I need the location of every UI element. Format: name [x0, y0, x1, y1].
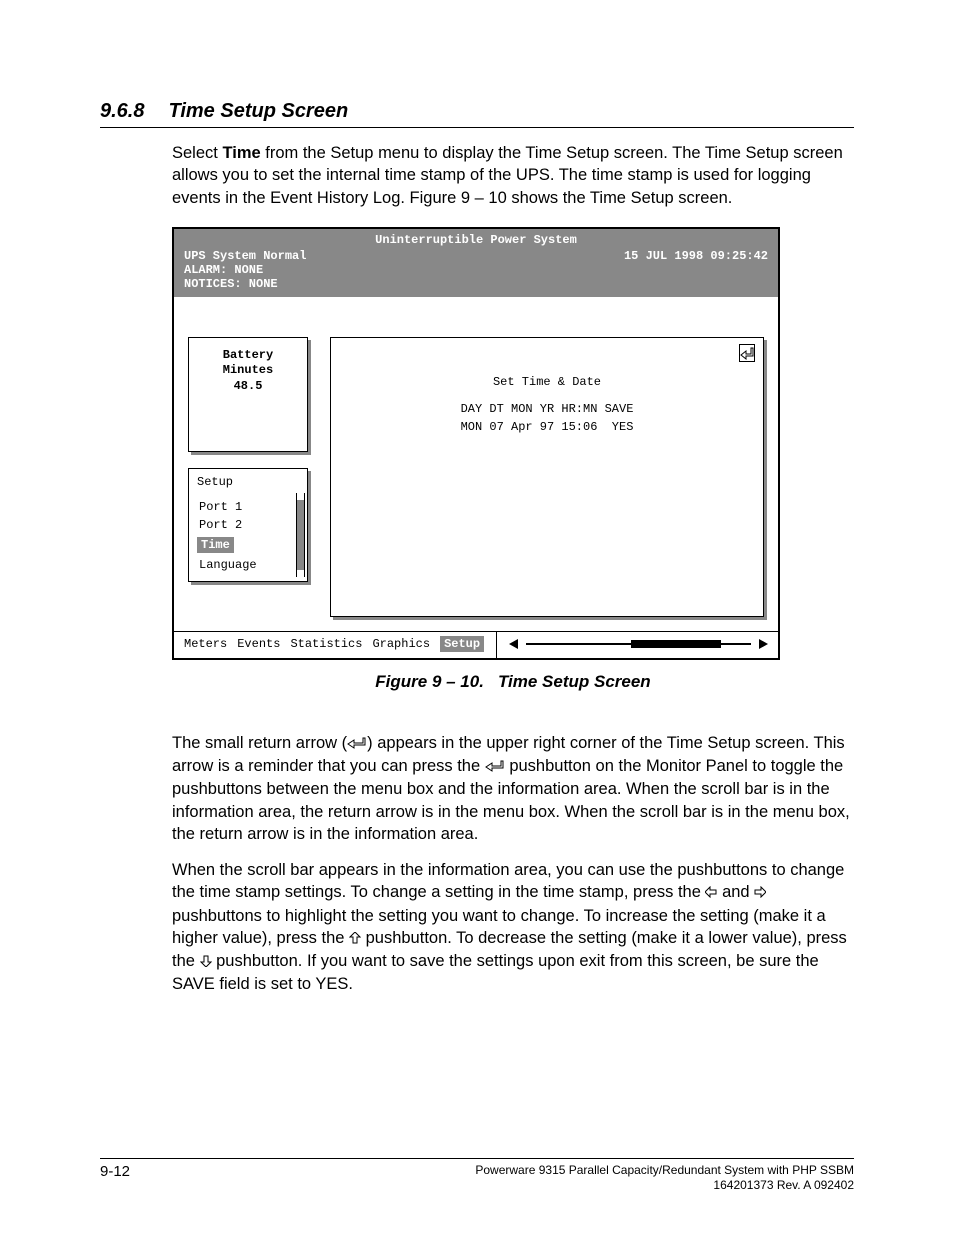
up-arrow-icon: [349, 928, 361, 950]
heading-rule: [100, 127, 854, 128]
setup-menu-item-time[interactable]: Time: [197, 537, 234, 553]
ups-screen: Uninterruptible Power System UPS System …: [172, 227, 780, 660]
setup-menu-title: Setup: [197, 475, 301, 489]
paragraph-time-settings: When the scroll bar appears in the infor…: [172, 859, 854, 996]
page-number: 9-12: [100, 1163, 130, 1180]
menu-graphics[interactable]: Graphics: [372, 637, 430, 651]
section-number: 9.6.8: [100, 100, 144, 122]
setup-menu-item-port1[interactable]: Port 1: [197, 499, 301, 515]
page-footer: 9-12 Powerware 9315 Parallel Capacity/Re…: [100, 1158, 854, 1193]
info-table: DAY DT MON YR HR:MN SAVE MON 07 Apr 97 1…: [461, 401, 634, 436]
ups-header: Uninterruptible Power System UPS System …: [174, 229, 778, 297]
figure-caption: Figure 9 – 10.Time Setup Screen: [172, 672, 854, 692]
return-arrow-inline-icon: [347, 733, 367, 755]
battery-panel: Battery Minutes 48.5: [188, 337, 308, 452]
ups-datetime: 15 JUL 1998 09:25:42: [624, 249, 768, 263]
paragraph-return-arrow: The small return arrow () appears in the…: [172, 732, 854, 845]
setup-menu-scrollbar[interactable]: [296, 493, 305, 577]
ups-notices: NOTICES: NONE: [184, 277, 768, 291]
ups-alarm: ALARM: NONE: [184, 263, 768, 277]
scroll-left-icon[interactable]: [509, 639, 518, 649]
ups-title: Uninterruptible Power System: [184, 233, 768, 247]
menu-divider: [496, 632, 497, 658]
menu-events[interactable]: Events: [237, 637, 280, 651]
info-title: Set Time & Date: [341, 374, 753, 391]
figure-9-10: Uninterruptible Power System UPS System …: [172, 227, 854, 692]
menu-meters[interactable]: Meters: [184, 637, 227, 651]
bottom-menu-bar[interactable]: Meters Events Statistics Graphics Setup: [174, 631, 778, 658]
setup-menu-item-language[interactable]: Language: [197, 557, 301, 573]
right-arrow-icon: [754, 882, 766, 904]
down-arrow-icon: [200, 951, 212, 973]
section-heading: 9.6.8 Time Setup Screen: [100, 100, 854, 123]
return-arrow-inline-icon: [485, 756, 505, 778]
return-arrow-icon[interactable]: [739, 344, 755, 362]
menu-hscroll[interactable]: [509, 639, 768, 648]
footer-line1: Powerware 9315 Parallel Capacity/Redunda…: [475, 1163, 854, 1178]
setup-menu-panel[interactable]: Setup Port 1 Port 2 Time Language: [188, 468, 308, 582]
scroll-right-icon[interactable]: [759, 639, 768, 649]
intro-paragraph: Select Time from the Setup menu to displ…: [172, 142, 854, 209]
section-title: Time Setup Screen: [168, 100, 348, 122]
ups-status: UPS System Normal: [184, 249, 306, 263]
info-panel[interactable]: Set Time & Date DAY DT MON YR HR:MN SAVE…: [330, 337, 764, 617]
left-arrow-icon: [705, 882, 717, 904]
menu-setup[interactable]: Setup: [440, 636, 484, 652]
footer-line2: 164201373 Rev. A 092402: [475, 1178, 854, 1193]
menu-statistics[interactable]: Statistics: [290, 637, 362, 651]
setup-menu-item-port2[interactable]: Port 2: [197, 517, 301, 533]
